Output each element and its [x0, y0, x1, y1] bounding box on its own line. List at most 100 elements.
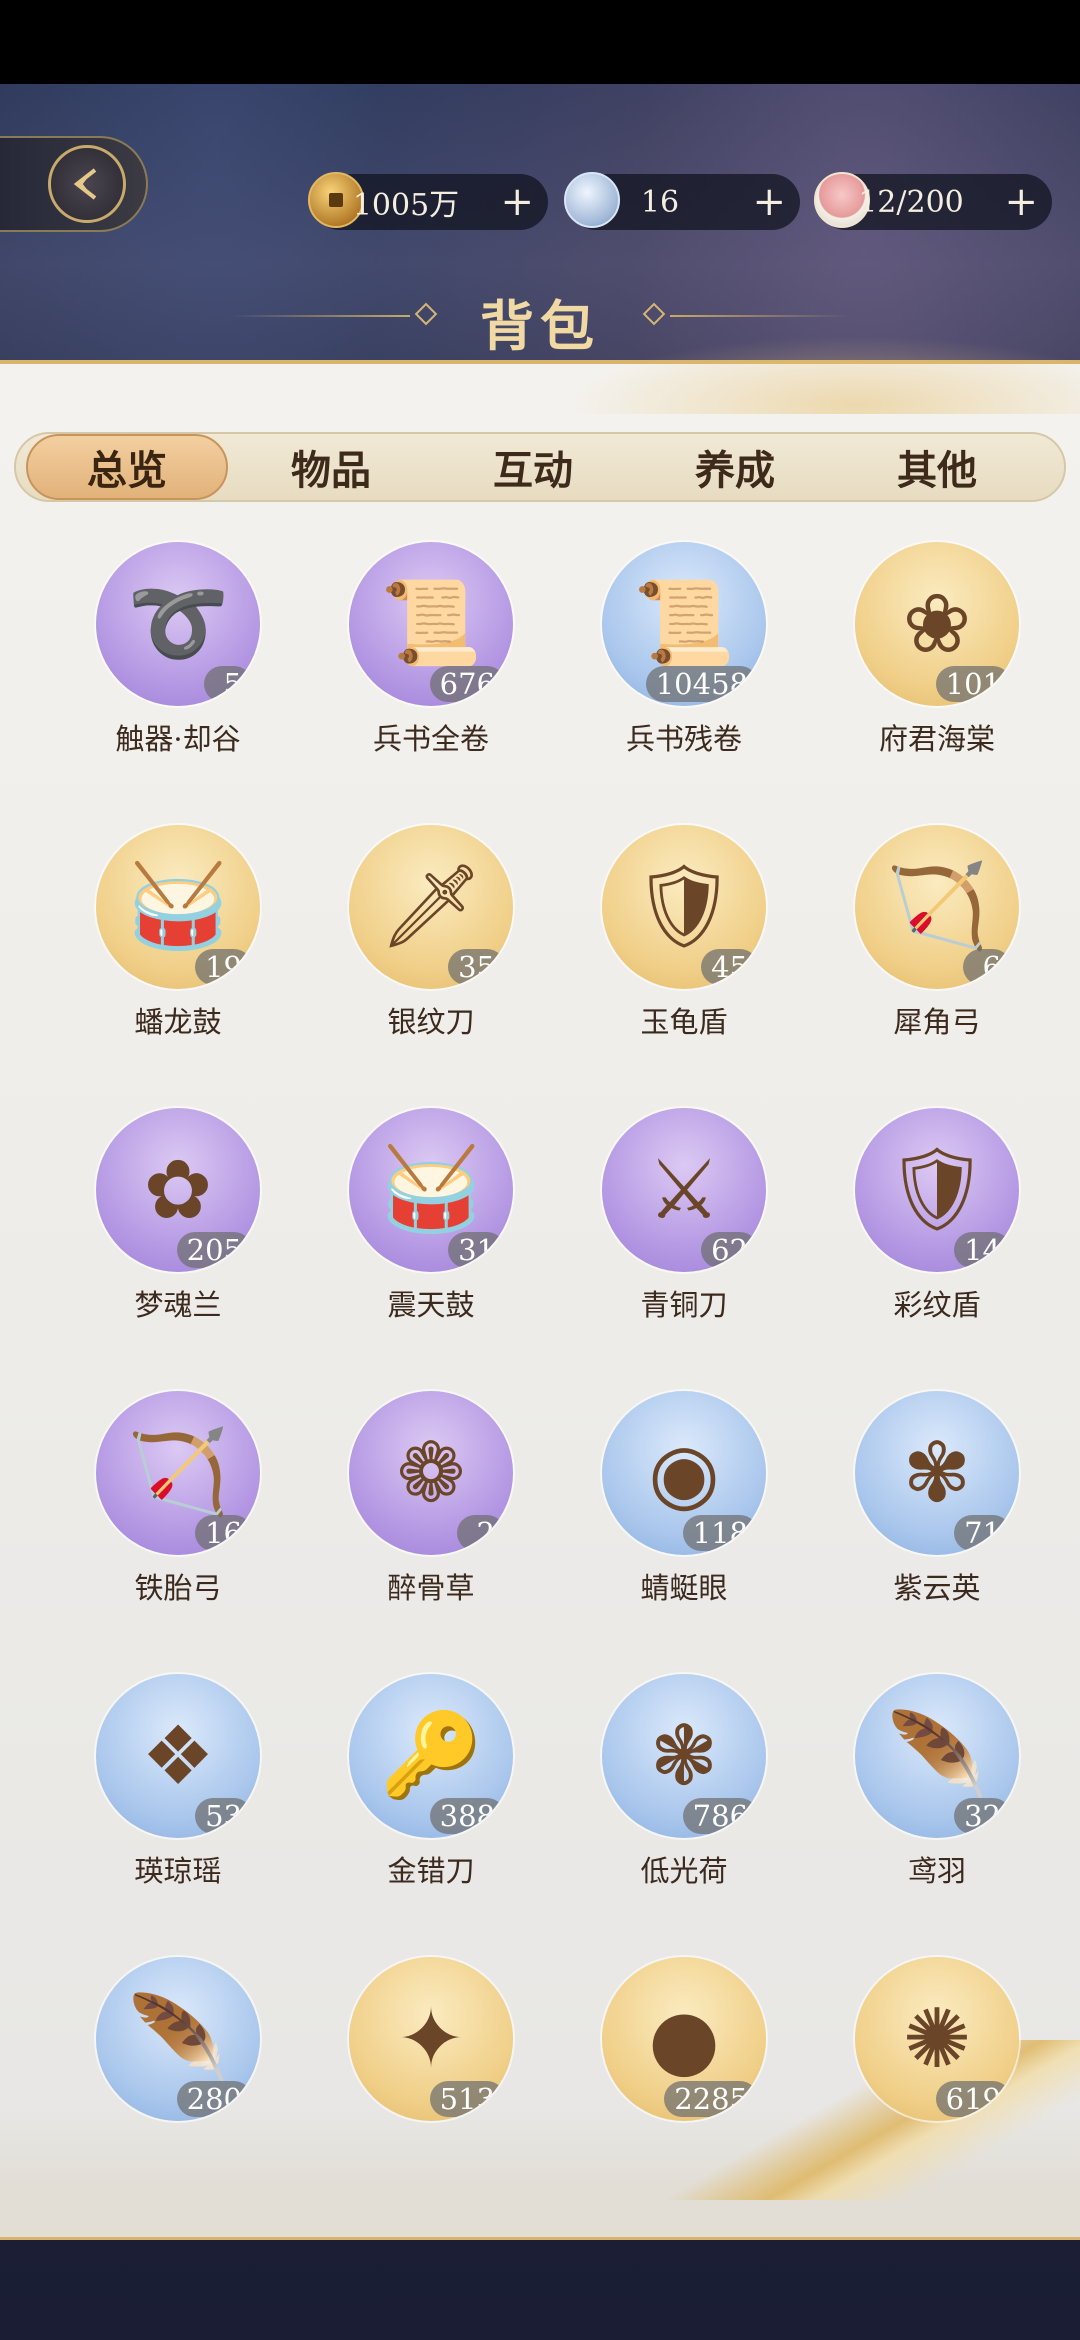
item-icon-frame: 🛡 45	[602, 825, 766, 989]
item-icon-frame: ➰ 5	[96, 542, 260, 706]
inventory-item[interactable]: ◉ 118 蜻蜓眼	[584, 1389, 784, 1629]
item-count-badge: 45	[701, 949, 758, 985]
currency-jade-value: 16	[640, 184, 680, 220]
item-count-badge: 10458	[645, 666, 758, 702]
title-divider-right	[670, 315, 850, 317]
item-icon-frame: ✦ 513	[349, 1957, 513, 2121]
item-grid: ➰ 5 触器·却谷 📜 676 兵书全卷 📜 10458 兵书残卷 ❀ 101 府君海棠 🥁 19 蟠龙鼓 🗡…	[0, 540, 1080, 2140]
item-name: 青铜刀	[640, 1288, 728, 1322]
back-button[interactable]	[0, 136, 148, 232]
add-jade-button[interactable]: +	[752, 178, 786, 226]
item-icon-frame: 📜 10458	[602, 542, 766, 706]
item-count-badge: 35	[448, 949, 505, 985]
inventory-item[interactable]: 🛡 45 玉龟盾	[584, 823, 784, 1063]
inventory-item[interactable]: 🛡 14 彩纹盾	[837, 1106, 1037, 1346]
item-icon-frame: 🪶 280	[96, 1957, 260, 2121]
item-icon-frame: ❃ 786	[602, 1674, 766, 1838]
item-name: 犀角弓	[893, 1005, 981, 1039]
inventory-item[interactable]: 🏹 6 犀角弓	[837, 823, 1037, 1063]
item-name: 兵书残卷	[625, 722, 742, 756]
item-count-badge: 280	[176, 2081, 252, 2117]
item-icon-frame: ◉ 118	[602, 1391, 766, 1555]
item-name: 兵书全卷	[372, 722, 489, 756]
tab-interaction[interactable]: 互动	[432, 434, 634, 500]
inventory-item[interactable]: 🪶 280	[78, 1955, 278, 2140]
item-icon-frame: ❀ 101	[855, 542, 1019, 706]
item-count-badge: 388	[429, 1798, 505, 1834]
inventory-item[interactable]: 🪶 32 鸢羽	[837, 1672, 1037, 1912]
item-icon-frame: 🥁 19	[96, 825, 260, 989]
item-icon-frame: ✺ 619	[855, 1957, 1019, 2121]
item-count-badge: 14	[954, 1232, 1011, 1268]
item-count-badge: 676	[429, 666, 505, 702]
tab-overview[interactable]: 总览	[26, 434, 228, 500]
item-count-badge: 786	[682, 1798, 758, 1834]
item-name: 府君海棠	[878, 722, 995, 756]
item-count-badge: 62	[701, 1232, 758, 1268]
item-count-badge: 16	[195, 1515, 252, 1551]
item-name: 铁胎弓	[134, 1571, 222, 1605]
inventory-item[interactable]: ❖ 53 瑛琼瑶	[78, 1672, 278, 1912]
inventory-item[interactable]: 📜 10458 兵书残卷	[584, 540, 784, 780]
item-icon-frame: 📜 676	[349, 542, 513, 706]
item-count-badge: 2	[457, 1515, 505, 1551]
inventory-item[interactable]: 🔑 388 金错刀	[331, 1672, 531, 1912]
item-icon-frame: ⚔ 62	[602, 1108, 766, 1272]
item-name: 鸢羽	[907, 1854, 966, 1888]
inventory-item[interactable]: ● 2285	[584, 1955, 784, 2140]
item-count-badge: 205	[176, 1232, 252, 1268]
currency-stamina: 12/200 +	[814, 172, 1052, 230]
inventory-item[interactable]: ✦ 513	[331, 1955, 531, 2140]
item-icon-frame: 🏹 16	[96, 1391, 260, 1555]
inventory-item[interactable]: 🗡 35 银纹刀	[331, 823, 531, 1063]
item-count-badge: 118	[682, 1515, 758, 1551]
item-icon-frame: 🔑 388	[349, 1674, 513, 1838]
item-name: 金错刀	[387, 1854, 475, 1888]
item-icon-frame: ❖ 53	[96, 1674, 260, 1838]
item-count-badge: 31	[448, 1232, 505, 1268]
back-arrow-icon	[48, 145, 126, 223]
item-icon-frame: ● 2285	[602, 1957, 766, 2121]
inventory-item[interactable]: 📜 676 兵书全卷	[331, 540, 531, 780]
inventory-item[interactable]: ⚔ 62 青铜刀	[584, 1106, 784, 1346]
currency-jade: 16 +	[564, 172, 800, 230]
item-count-badge: 53	[195, 1798, 252, 1834]
add-coins-button[interactable]: +	[500, 178, 534, 226]
inventory-item[interactable]: ✿ 205 梦魂兰	[78, 1106, 278, 1346]
item-count-badge: 2285	[664, 2081, 758, 2117]
tab-cultivation[interactable]: 养成	[634, 434, 836, 500]
inventory-item[interactable]: ❁ 2 醉骨草	[331, 1389, 531, 1629]
item-icon-frame: ✿ 205	[96, 1108, 260, 1272]
inventory-item[interactable]: ❃ 786 低光荷	[584, 1672, 784, 1912]
item-icon-frame: 🛡 14	[855, 1108, 1019, 1272]
tab-other[interactable]: 其他	[836, 434, 1038, 500]
item-icon-frame: 🪶 32	[855, 1674, 1019, 1838]
inventory-item[interactable]: 🏹 16 铁胎弓	[78, 1389, 278, 1629]
item-name: 梦魂兰	[134, 1288, 222, 1322]
item-count-badge: 32	[954, 1798, 1011, 1834]
inventory-item[interactable]: ✺ 619	[837, 1955, 1037, 2140]
item-name: 紫云英	[893, 1571, 981, 1605]
item-count-badge: 101	[935, 666, 1011, 702]
tab-items[interactable]: 物品	[230, 434, 432, 500]
item-name: 蜻蜓眼	[640, 1571, 728, 1605]
item-icon-frame: 🏹 6	[855, 825, 1019, 989]
item-count-badge: 19	[195, 949, 252, 985]
item-icon-frame: ❁ 2	[349, 1391, 513, 1555]
inventory-item[interactable]: ✾ 71 紫云英	[837, 1389, 1037, 1629]
status-bar	[0, 0, 1080, 84]
item-icon-frame: ✾ 71	[855, 1391, 1019, 1555]
panel-gold-wave	[520, 324, 1080, 414]
item-name: 蟠龙鼓	[134, 1005, 222, 1039]
add-stamina-button[interactable]: +	[1004, 178, 1038, 226]
currency-coins-value: 1005万	[352, 188, 460, 223]
item-name: 震天鼓	[387, 1288, 475, 1322]
inventory-item[interactable]: ➰ 5 触器·却谷	[78, 540, 278, 780]
item-name: 醉骨草	[387, 1571, 475, 1605]
inventory-item[interactable]: ❀ 101 府君海棠	[837, 540, 1037, 780]
item-count-badge: 71	[954, 1515, 1011, 1551]
inventory-item[interactable]: 🥁 31 震天鼓	[331, 1106, 531, 1346]
item-name: 低光荷	[640, 1854, 728, 1888]
item-count-badge: 513	[429, 2081, 505, 2117]
inventory-item[interactable]: 🥁 19 蟠龙鼓	[78, 823, 278, 1063]
